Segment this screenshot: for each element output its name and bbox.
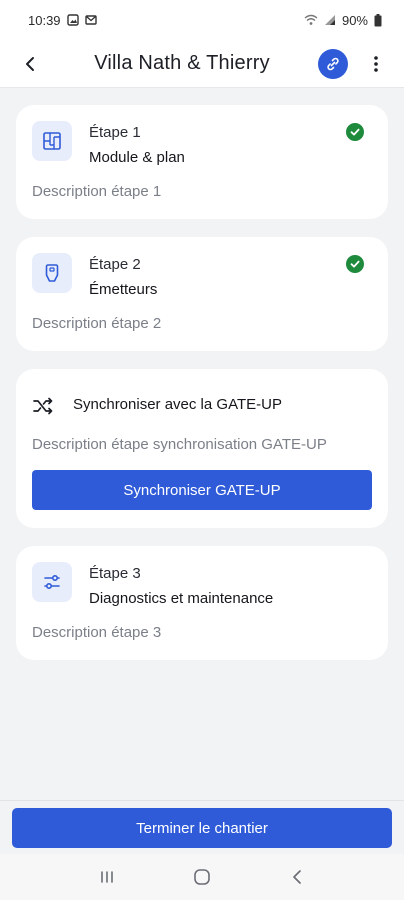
sliders-icon	[44, 574, 60, 590]
back-button[interactable]	[10, 44, 50, 84]
app-bar: Villa Nath & Thierry	[0, 40, 404, 88]
step-3-icon-container	[32, 562, 72, 602]
system-back-button[interactable]	[277, 857, 317, 897]
status-bar: 10:39 90%	[0, 0, 404, 40]
sync-card: Synchroniser avec la GATE-UP Description…	[16, 369, 388, 528]
step-3-label: Étape 3	[89, 565, 141, 582]
check-circle-icon	[346, 255, 364, 273]
step-3-description: Description étape 3	[32, 624, 162, 641]
steps-list: Étape 1 Module & plan Description étape …	[0, 88, 404, 800]
chevron-left-icon	[292, 870, 301, 884]
step-2-label: Étape 2	[89, 256, 141, 273]
signal-icon	[324, 15, 335, 25]
mail-notification-icon	[84, 15, 97, 25]
more-options-button[interactable]	[364, 48, 388, 80]
link-button[interactable]	[318, 48, 348, 79]
recent-apps-icon	[101, 871, 114, 883]
gallery-notification-icon	[66, 14, 79, 26]
link-icon	[327, 57, 339, 70]
home-icon	[194, 869, 210, 885]
step-2-description: Description étape 2	[32, 315, 162, 332]
system-nav-bar	[0, 854, 404, 900]
step-card-2[interactable]: Étape 2 Émetteurs Description étape 2	[16, 237, 388, 351]
sync-gate-up-button[interactable]: Synchroniser GATE-UP	[32, 470, 372, 510]
page-title: Villa Nath & Thierry	[94, 52, 270, 74]
battery-percent: 90%	[341, 12, 368, 28]
step-1-name: Module & plan	[89, 149, 185, 166]
step-3-name: Diagnostics et maintenance	[89, 590, 274, 607]
step-2-name: Émetteurs	[89, 281, 158, 298]
more-vertical-icon	[374, 55, 378, 72]
check-circle-icon	[346, 123, 364, 141]
recent-apps-button[interactable]	[87, 857, 127, 897]
sync-title: Synchroniser avec la GATE-UP	[73, 396, 282, 413]
sync-description: Description étape synchronisation GATE-U…	[32, 436, 327, 453]
home-button[interactable]	[182, 857, 222, 897]
shuffle-icon	[33, 397, 53, 415]
battery-icon	[374, 13, 382, 26]
wifi-icon	[304, 14, 318, 25]
step-card-3[interactable]: Étape 3 Diagnostics et maintenance Descr…	[16, 546, 388, 660]
finish-site-button[interactable]: Terminer le chantier	[12, 808, 392, 848]
step-2-icon-container	[32, 253, 72, 293]
remote-icon	[45, 264, 59, 282]
arrow-back-icon	[26, 56, 34, 71]
step-1-description: Description étape 1	[32, 183, 162, 200]
footer: Terminer le chantier	[0, 800, 404, 854]
status-time: 10:39	[28, 12, 61, 28]
step-card-1[interactable]: Étape 1 Module & plan Description étape …	[16, 105, 388, 219]
status-left: 10:39	[28, 13, 97, 28]
status-right: 90%	[304, 13, 382, 28]
step-1-icon-container	[32, 121, 72, 161]
step-1-label: Étape 1	[89, 124, 141, 141]
plan-icon	[43, 132, 61, 150]
